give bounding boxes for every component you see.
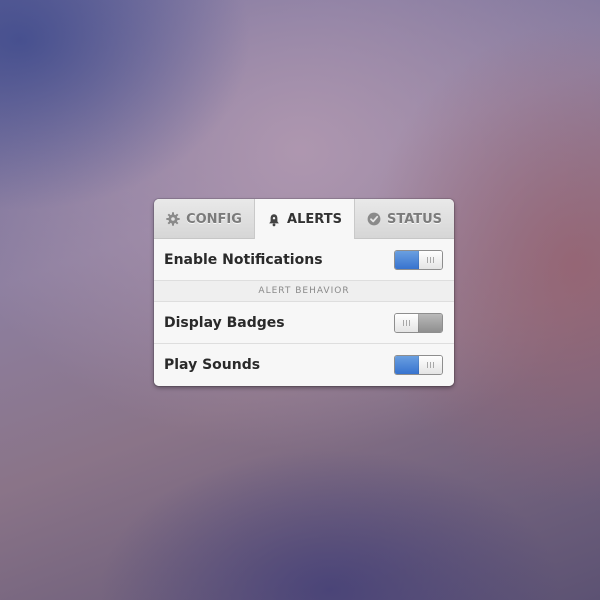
toggle-fill: [418, 314, 442, 332]
toggle-fill: [395, 356, 419, 374]
play-sounds-toggle[interactable]: [394, 355, 443, 375]
toggle-knob: [419, 251, 442, 269]
tab-config[interactable]: CONFIG: [154, 199, 254, 239]
check-circle-icon: [367, 212, 381, 226]
grip-icon: [403, 320, 410, 326]
alerts-settings-panel: CONFIG ALERTS STATUS Enable Notification…: [154, 199, 454, 386]
grip-icon: [427, 362, 434, 368]
enable-notifications-toggle[interactable]: [394, 250, 443, 270]
tab-status[interactable]: STATUS: [355, 199, 454, 239]
setting-row-play-sounds: Play Sounds: [154, 344, 454, 386]
toggle-fill: [395, 251, 419, 269]
tab-alerts[interactable]: ALERTS: [254, 199, 355, 240]
tab-config-label: CONFIG: [186, 211, 242, 227]
bell-icon: [267, 213, 281, 227]
setting-row-display-badges: Display Badges: [154, 302, 454, 344]
tab-bar: CONFIG ALERTS STATUS: [154, 199, 454, 240]
display-badges-label: Display Badges: [164, 315, 285, 331]
enable-notifications-label: Enable Notifications: [164, 252, 323, 268]
toggle-knob: [395, 314, 418, 332]
gear-icon: [166, 212, 180, 226]
tab-status-label: STATUS: [386, 211, 443, 227]
toggle-knob: [419, 356, 442, 374]
display-badges-toggle[interactable]: [394, 313, 443, 333]
tab-alerts-label: ALERTS: [287, 212, 342, 227]
section-header-alert-behavior: ALERT BEHAVIOR: [154, 281, 454, 302]
grip-icon: [427, 257, 434, 263]
setting-row-enable-notifications: Enable Notifications: [154, 239, 454, 281]
play-sounds-label: Play Sounds: [164, 357, 261, 373]
